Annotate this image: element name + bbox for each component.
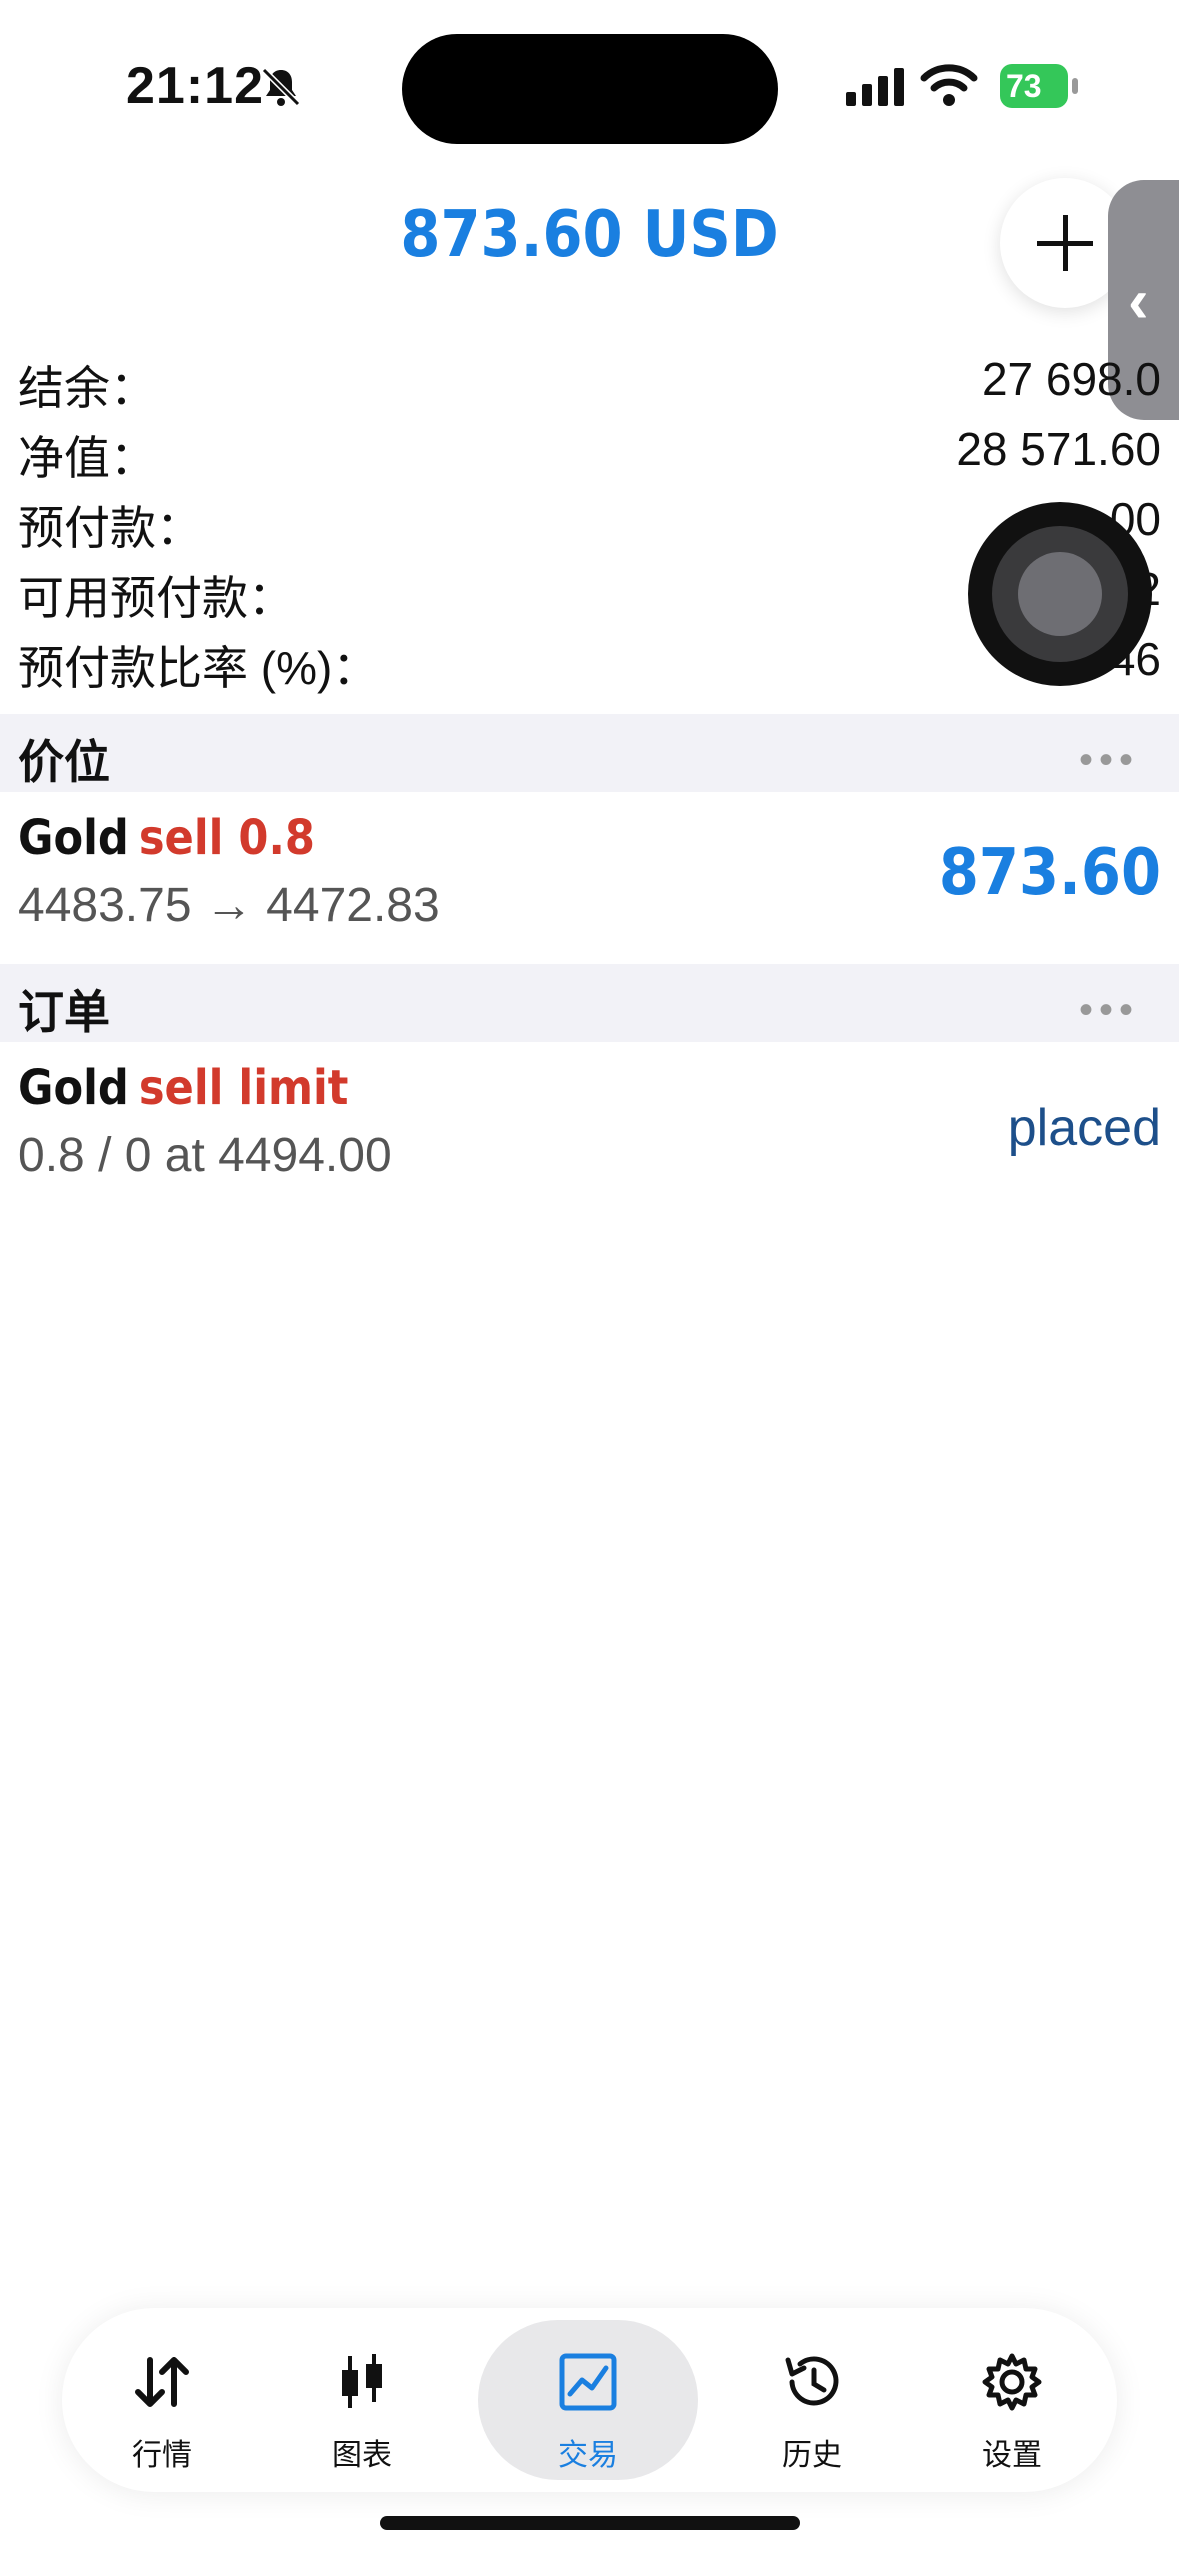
chevron-left-icon: ‹ xyxy=(1128,267,1149,336)
trade-action: sell 0.8 xyxy=(138,810,315,866)
section-title: 价位 xyxy=(18,736,110,788)
history-icon xyxy=(785,2356,839,2406)
position-row[interactable]: Gold sell 0.8 4483.75 → 4472.83 873.60 xyxy=(0,792,1179,962)
tab-bar: 行情 图表 交易 历史 设置 xyxy=(62,2308,1117,2492)
trade-chart-icon xyxy=(559,2353,617,2411)
cellular-signal-icon xyxy=(846,68,904,106)
tab-label: 交易 xyxy=(558,2439,618,2472)
order-status: placed xyxy=(1007,1099,1161,1157)
assistive-touch-button[interactable] xyxy=(968,502,1152,686)
tab-trade[interactable]: 交易 xyxy=(478,2320,698,2480)
summary-value: 27 698.0 xyxy=(981,353,1161,405)
tab-label: 图表 xyxy=(332,2439,392,2472)
battery-indicator: 73 xyxy=(1000,64,1068,108)
tab-label: 行情 xyxy=(132,2439,192,2472)
summary-balance: 结余： 27 698.0 xyxy=(0,352,1179,422)
order-type: sell limit xyxy=(138,1060,349,1116)
section-title: 订单 xyxy=(18,986,110,1038)
candlestick-icon xyxy=(342,2354,382,2408)
order-row[interactable]: Gold sell limit 0.8 / 0 at 4494.00 placed xyxy=(0,1042,1179,1212)
bell-muted-icon xyxy=(261,67,301,107)
symbol-name: Gold xyxy=(18,810,129,866)
arrows-updown-icon xyxy=(135,2357,189,2407)
status-time: 21:12 xyxy=(126,57,264,115)
tab-quotes[interactable]: 行情 xyxy=(62,2308,262,2492)
summary-label: 预付款： xyxy=(18,502,202,554)
positions-section-header: 价位 ••• xyxy=(0,714,1179,792)
more-options-icon[interactable]: ••• xyxy=(1079,738,1139,783)
summary-label: 预付款比率 (%)： xyxy=(18,642,379,694)
position-profit: 873.60 xyxy=(938,836,1161,910)
wifi-icon xyxy=(920,64,978,106)
price-change: 4483.75 → 4472.83 xyxy=(18,879,440,932)
tab-settings[interactable]: 设置 xyxy=(912,2308,1112,2492)
summary-label: 净值： xyxy=(18,432,156,484)
more-options-icon[interactable]: ••• xyxy=(1079,988,1139,1033)
summary-value: 28 571.60 xyxy=(956,423,1161,475)
battery-cap xyxy=(1072,78,1078,94)
symbol-name: Gold xyxy=(18,1060,129,1116)
orders-section-header: 订单 ••• xyxy=(0,964,1179,1042)
summary-label: 结余： xyxy=(18,362,156,414)
order-title: Gold sell limit xyxy=(18,1060,348,1116)
tab-label: 设置 xyxy=(982,2439,1042,2472)
tab-history[interactable]: 历史 xyxy=(712,2308,912,2492)
tab-chart[interactable]: 图表 xyxy=(262,2308,462,2492)
order-details: 0.8 / 0 at 4494.00 xyxy=(18,1129,392,1182)
position-title: Gold sell 0.8 xyxy=(18,810,315,866)
tab-label: 历史 xyxy=(782,2439,842,2472)
dynamic-island xyxy=(402,34,778,144)
summary-equity: 净值： 28 571.60 xyxy=(0,422,1179,492)
gear-icon xyxy=(982,2353,1042,2411)
home-indicator[interactable] xyxy=(380,2516,800,2530)
summary-label: 可用预付款： xyxy=(18,572,294,624)
